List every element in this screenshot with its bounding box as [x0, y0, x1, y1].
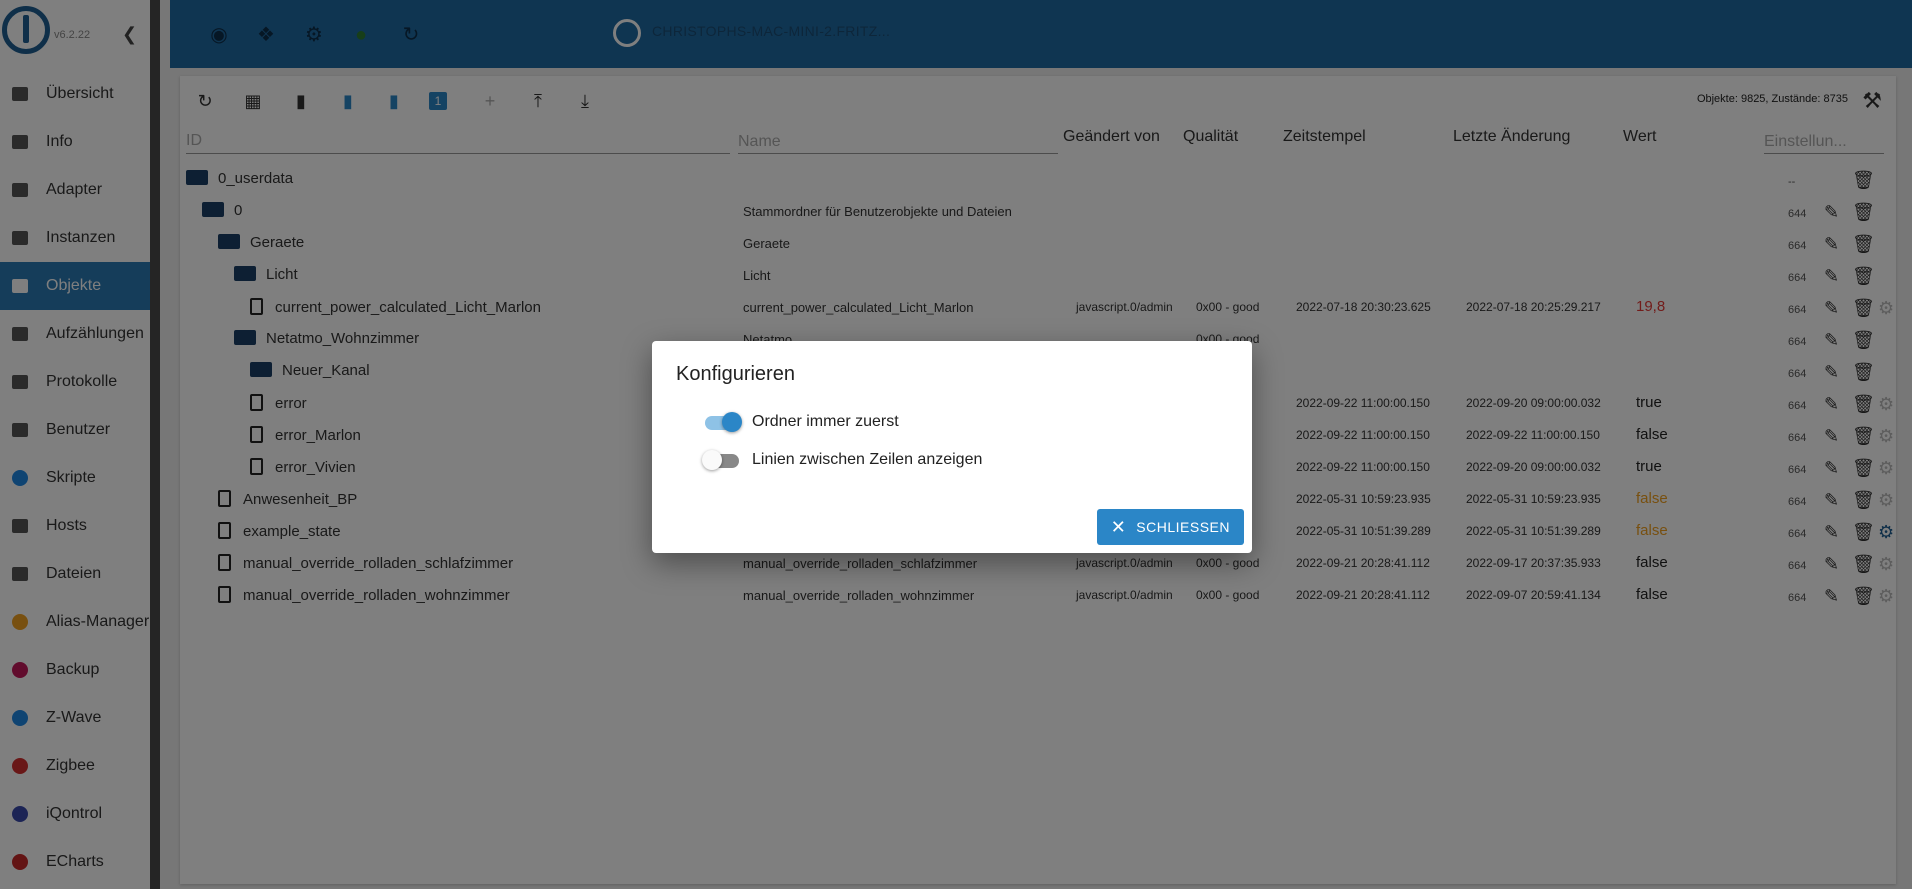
configure-dialog: Konfigurieren Ordner immer zuerst Linien…	[652, 341, 1252, 553]
close-button[interactable]: ✕ SCHLIESSEN	[1096, 509, 1244, 545]
close-button-label: SCHLIESSEN	[1136, 519, 1230, 535]
row-lines-option: Linien zwischen Zeilen anzeigen	[702, 449, 982, 471]
dialog-title: Konfigurieren	[676, 363, 795, 385]
folders-first-label: Ordner immer zuerst	[752, 413, 899, 430]
folders-first-option: Ordner immer zuerst	[702, 411, 899, 433]
row-lines-toggle[interactable]	[702, 449, 740, 471]
folders-first-toggle[interactable]	[702, 411, 742, 433]
row-lines-label: Linien zwischen Zeilen anzeigen	[752, 451, 983, 468]
close-icon: ✕	[1110, 516, 1127, 537]
